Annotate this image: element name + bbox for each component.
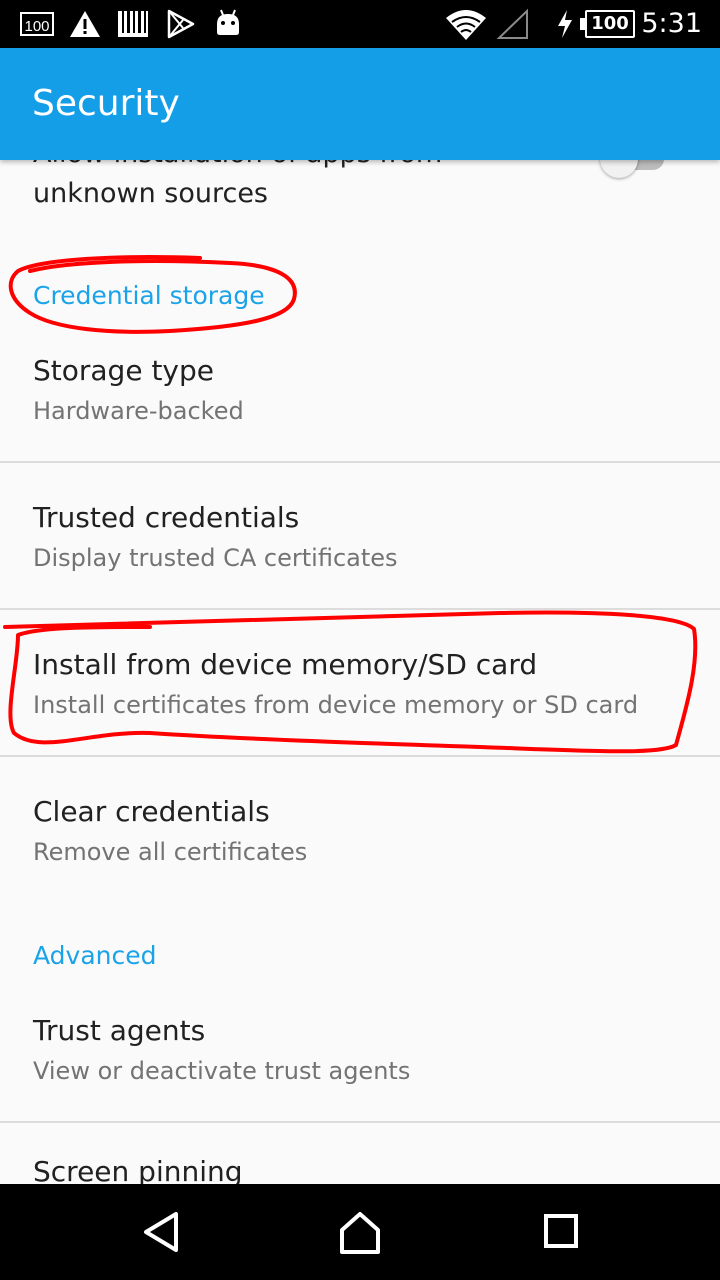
unknown-sources-label: Allow installation of apps from unknown … bbox=[33, 160, 442, 209]
warning-icon bbox=[70, 11, 100, 37]
charging-icon bbox=[558, 10, 572, 38]
list-item-screen-pinning[interactable]: Screen pinning bbox=[0, 1123, 720, 1184]
item-secondary: Hardware-backed bbox=[33, 397, 244, 425]
play-store-icon bbox=[167, 9, 195, 39]
item-primary: Screen pinning bbox=[33, 1155, 243, 1184]
recents-icon[interactable] bbox=[530, 1206, 590, 1258]
item-secondary: Install certificates from device memory … bbox=[33, 691, 639, 719]
item-secondary: Remove all certificates bbox=[33, 838, 308, 866]
item-secondary: Display trusted CA certificates bbox=[33, 544, 398, 572]
item-primary: Trusted credentials bbox=[33, 501, 300, 534]
list-item-trusted-credentials[interactable]: Trusted credentials Display trusted CA c… bbox=[0, 463, 720, 608]
list-item-clear-credentials[interactable]: Clear credentials Remove all certificate… bbox=[0, 757, 720, 907]
svg-text:100: 100 bbox=[24, 18, 49, 35]
list-item-trust-agents[interactable]: Trust agents View or deactivate trust ag… bbox=[0, 986, 720, 1120]
battery-level: 100 bbox=[585, 10, 635, 38]
item-primary: Clear credentials bbox=[33, 795, 270, 828]
settings-list[interactable]: Allow installation of apps from unknown … bbox=[0, 160, 720, 1184]
100-notification-icon: 100 bbox=[20, 12, 54, 36]
item-primary: Storage type bbox=[33, 354, 215, 387]
list-item-install-from-storage[interactable]: Install from device memory/SD card Insta… bbox=[0, 610, 720, 755]
item-primary: Install from device memory/SD card bbox=[33, 648, 538, 681]
status-bar: 100 100 5:31 bbox=[0, 0, 720, 48]
section-header-advanced: Advanced bbox=[33, 941, 157, 970]
back-icon[interactable] bbox=[130, 1206, 190, 1258]
toggle-thumb bbox=[600, 160, 638, 178]
unknown-sources-item[interactable]: Allow installation of apps from unknown … bbox=[0, 160, 720, 216]
list-item-storage-type[interactable]: Storage type Hardware-backed bbox=[0, 326, 720, 460]
android-icon bbox=[217, 9, 239, 35]
clock: 5:31 bbox=[641, 8, 702, 39]
barcode-icon bbox=[118, 11, 148, 37]
wifi-icon bbox=[446, 10, 486, 40]
page-title: Security bbox=[32, 83, 180, 124]
item-primary: Trust agents bbox=[33, 1014, 206, 1047]
app-bar: Security bbox=[0, 48, 720, 160]
item-secondary: View or deactivate trust agents bbox=[33, 1057, 411, 1085]
section-header-credential-storage: Credential storage bbox=[33, 281, 265, 310]
navigation-bar bbox=[0, 1184, 720, 1280]
unknown-sources-toggle[interactable] bbox=[600, 160, 668, 178]
cell-signal-icon bbox=[496, 8, 528, 39]
home-icon[interactable] bbox=[330, 1206, 390, 1258]
